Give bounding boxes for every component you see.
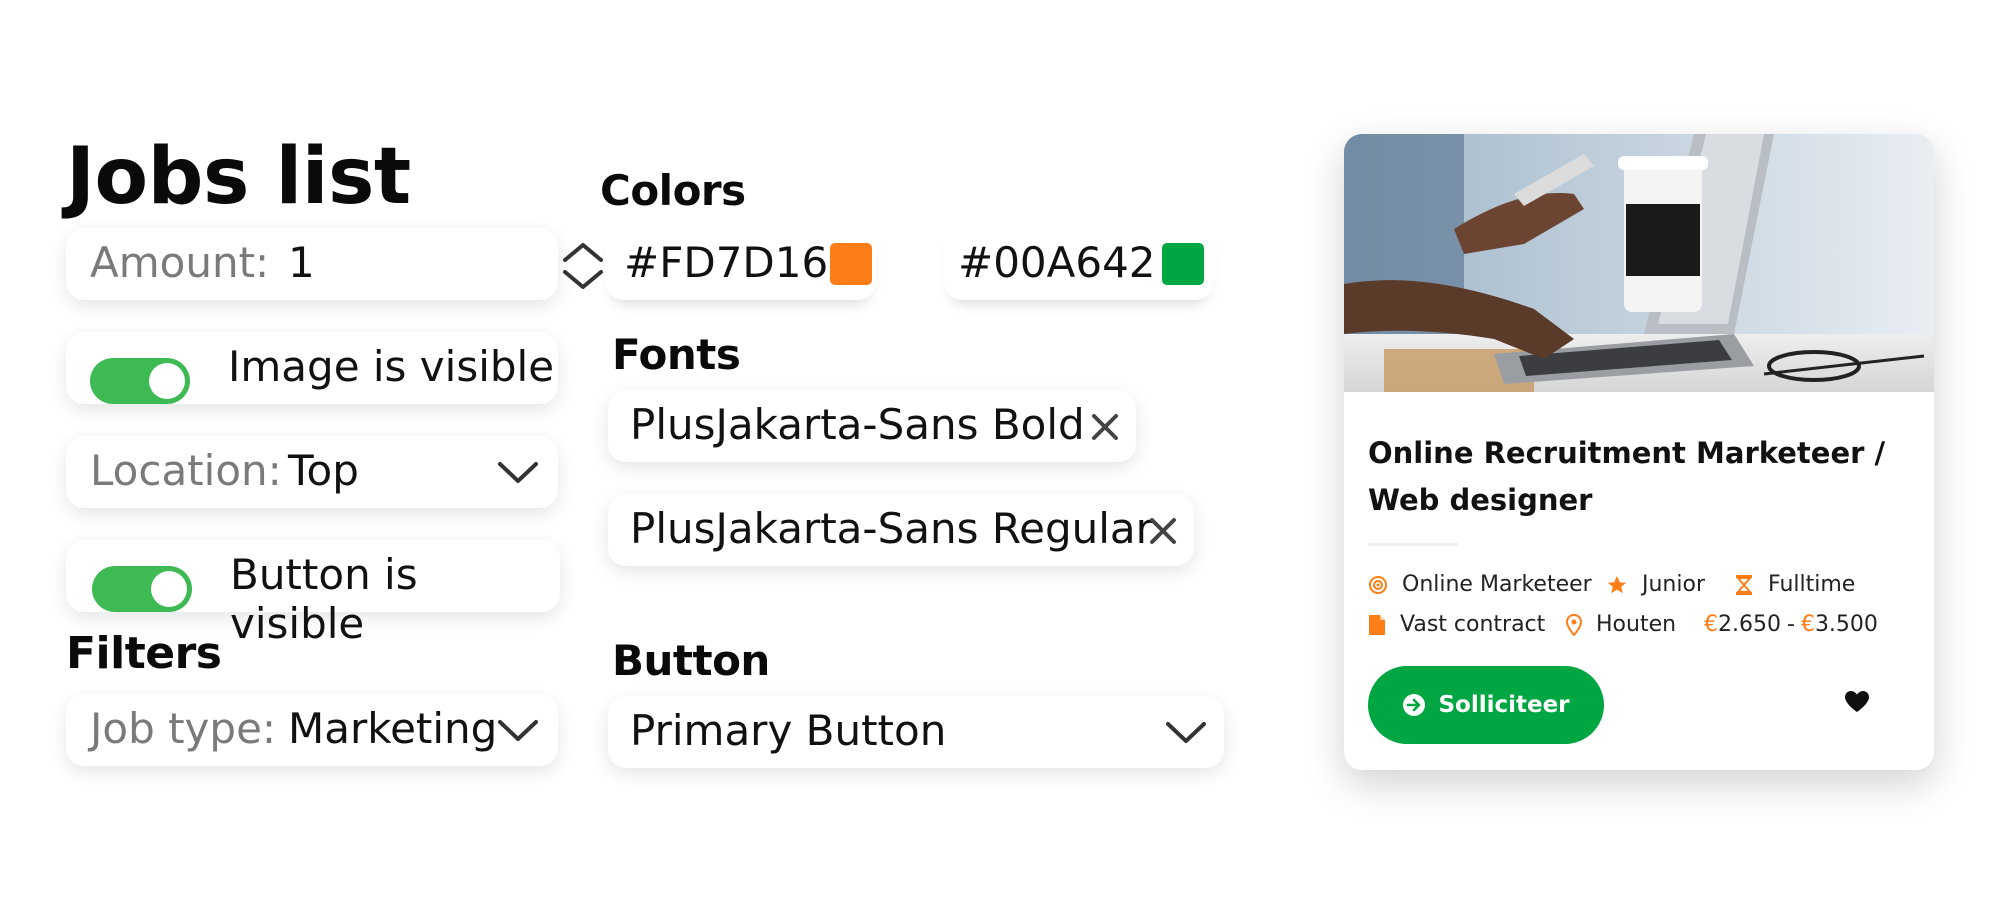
- font-name: PlusJakarta-Sans Bold: [630, 400, 1085, 449]
- job-type-value: Marketing: [288, 704, 498, 753]
- amount-stepper[interactable]: Amount: 1: [66, 228, 603, 300]
- chevron-down-icon: [1166, 722, 1206, 743]
- chevron-down-icon: [498, 720, 538, 741]
- chevron-down-icon: [498, 462, 538, 483]
- job-salary: € 2.650 - € 3.500: [1704, 612, 1878, 637]
- page-title: Jobs list: [66, 132, 411, 222]
- secondary-color-value: #00A642: [958, 238, 1156, 287]
- button-style-select[interactable]: Primary Button: [608, 696, 1224, 768]
- button-visible-toggle-row: Button is visible: [66, 540, 560, 648]
- close-icon[interactable]: [1148, 516, 1178, 546]
- button-visible-label: Button is visible: [230, 550, 418, 648]
- primary-color-value: #FD7D16: [624, 238, 829, 287]
- location-value: Top: [288, 446, 359, 495]
- stepper-up-icon[interactable]: [560, 240, 606, 264]
- location-pin-icon: [1566, 613, 1582, 636]
- apply-button[interactable]: Solliciteer: [1368, 666, 1604, 744]
- stepper-down-icon[interactable]: [560, 268, 606, 292]
- secondary-color-swatch[interactable]: [1162, 243, 1204, 285]
- font-chip-bold: PlusJakarta-Sans Bold: [608, 390, 1136, 462]
- button-style-value: Primary Button: [630, 706, 947, 755]
- job-card[interactable]: Online Recruitment Marketeer / Web desig…: [1344, 134, 1934, 770]
- button-heading: Button: [612, 636, 770, 685]
- font-chip-regular: PlusJakarta-Sans Regular: [608, 494, 1194, 566]
- button-visible-toggle[interactable]: [92, 566, 192, 612]
- target-icon: [1369, 575, 1387, 594]
- job-type-select[interactable]: Job type: Marketing: [66, 694, 558, 766]
- primary-color-picker[interactable]: #FD7D16: [606, 228, 876, 300]
- fonts-heading: Fonts: [612, 330, 741, 379]
- amount-value[interactable]: 1: [288, 238, 315, 287]
- font-name: PlusJakarta-Sans Regular: [630, 504, 1153, 553]
- filters-heading: Filters: [66, 628, 222, 679]
- image-visible-toggle-row: Image is visible: [66, 332, 558, 404]
- image-visible-label: Image is visible: [228, 342, 555, 391]
- job-image: [1344, 134, 1934, 392]
- colors-heading: Colors: [600, 166, 746, 215]
- primary-color-swatch[interactable]: [830, 243, 872, 285]
- job-category: Online Marketeer: [1368, 572, 1592, 597]
- job-level: Junior: [1606, 572, 1705, 597]
- image-visible-toggle[interactable]: [90, 358, 190, 404]
- heart-icon[interactable]: [1844, 690, 1870, 714]
- divider: [1368, 543, 1458, 546]
- job-type-label: Job type:: [90, 704, 277, 753]
- job-title[interactable]: Online Recruitment Marketeer / Web desig…: [1368, 430, 1908, 524]
- close-icon[interactable]: [1090, 412, 1120, 442]
- amount-label: Amount:: [90, 238, 270, 287]
- secondary-color-picker[interactable]: #00A642: [944, 228, 1214, 300]
- location-label: Location:: [90, 446, 282, 495]
- star-icon: [1607, 575, 1627, 593]
- job-contract: Vast contract: [1368, 612, 1545, 637]
- arrow-right-circle-icon: [1403, 694, 1426, 716]
- job-location: Houten: [1566, 612, 1676, 637]
- job-hours: Fulltime: [1734, 572, 1855, 597]
- hourglass-icon: [1735, 574, 1753, 595]
- location-select[interactable]: Location: Top: [66, 436, 558, 508]
- document-icon: [1369, 614, 1385, 635]
